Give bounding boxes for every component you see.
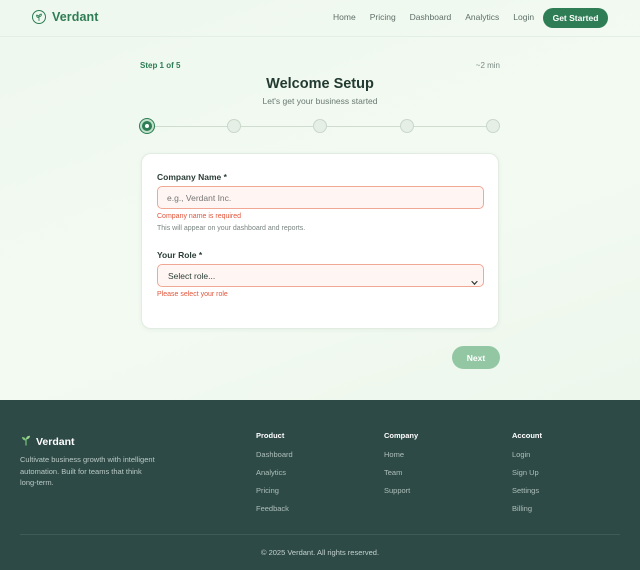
- footer-link-billing[interactable]: Billing: [512, 504, 542, 522]
- nav-dashboard[interactable]: Dashboard: [410, 12, 452, 22]
- footer-col-title: Account: [512, 431, 542, 440]
- footer-divider: [20, 534, 620, 535]
- footer-link-signup[interactable]: Sign Up: [512, 468, 542, 486]
- nav-links: Home Pricing Dashboard Analytics Login: [333, 12, 548, 22]
- company-name-label: Company Name *: [157, 172, 227, 182]
- footer-link-support[interactable]: Support: [384, 486, 418, 504]
- company-name-error: Company name is required: [157, 213, 242, 220]
- time-estimate: ~2 min: [475, 61, 500, 70]
- role-label: Your Role *: [157, 250, 203, 260]
- footer-link-dashboard[interactable]: Dashboard: [256, 450, 293, 468]
- footer-brand[interactable]: Verdant: [20, 433, 75, 451]
- step-dot-3: [313, 119, 327, 133]
- get-started-button[interactable]: Get Started: [543, 8, 608, 28]
- footer-link-pricing[interactable]: Pricing: [256, 486, 293, 504]
- footer-link-analytics[interactable]: Analytics: [256, 468, 293, 486]
- role-select[interactable]: Select role...: [157, 264, 484, 287]
- step-dot-4: [399, 119, 414, 133]
- next-button[interactable]: Next: [452, 346, 500, 369]
- sprout-circle-icon: [32, 10, 46, 24]
- nav-pricing[interactable]: Pricing: [370, 12, 396, 22]
- page-title: Welcome Setup: [266, 76, 374, 92]
- nav-home[interactable]: Home: [333, 12, 356, 22]
- company-name-input[interactable]: [157, 186, 484, 209]
- footer-link-home[interactable]: Home: [384, 450, 418, 468]
- step-progress: [140, 119, 500, 133]
- step-dot-2: [226, 119, 241, 133]
- top-nav: Verdant Home Pricing Dashboard Analytics…: [0, 0, 640, 36]
- brand-link[interactable]: Verdant: [32, 10, 99, 24]
- brand-name: Verdant: [52, 10, 99, 24]
- footer-col-title: Product: [256, 431, 285, 440]
- footer-link-team[interactable]: Team: [384, 468, 418, 486]
- step-indicator: Step 1 of 5: [140, 61, 181, 70]
- company-name-help: This will appear on your dashboard and r…: [157, 225, 306, 232]
- footer-link-login[interactable]: Login: [512, 450, 542, 468]
- footer-link-settings[interactable]: Settings: [512, 486, 542, 504]
- role-error: Please select your role: [157, 291, 228, 298]
- footer-col-title: Company: [384, 431, 419, 440]
- sprout-icon: [20, 433, 32, 451]
- footer-col-company: Company Home Team Support: [384, 431, 418, 504]
- footer-brand-name: Verdant: [36, 436, 75, 448]
- footer-col-account: Account Login Sign Up Settings Billing: [512, 431, 542, 522]
- role-select-value: Select role...: [168, 270, 216, 281]
- footer-col-product: Product Dashboard Analytics Pricing Feed…: [256, 431, 293, 522]
- setup-form-card: Company Name * Company name is required …: [141, 153, 499, 329]
- chevron-down-icon: [471, 273, 478, 291]
- nav-analytics[interactable]: Analytics: [465, 12, 499, 22]
- step-dot-5: [486, 119, 500, 133]
- copyright: © 2025 Verdant. All rights reserved.: [260, 548, 380, 557]
- header-divider: [0, 36, 640, 37]
- footer-link-feedback[interactable]: Feedback: [256, 504, 293, 522]
- page-subtitle: Let's get your business started: [262, 96, 378, 106]
- step-dot-1: [140, 119, 154, 133]
- nav-login[interactable]: Login: [513, 12, 534, 22]
- footer-description: Cultivate business growth with intellige…: [20, 455, 155, 487]
- footer: Verdant Cultivate business growth with i…: [0, 400, 640, 570]
